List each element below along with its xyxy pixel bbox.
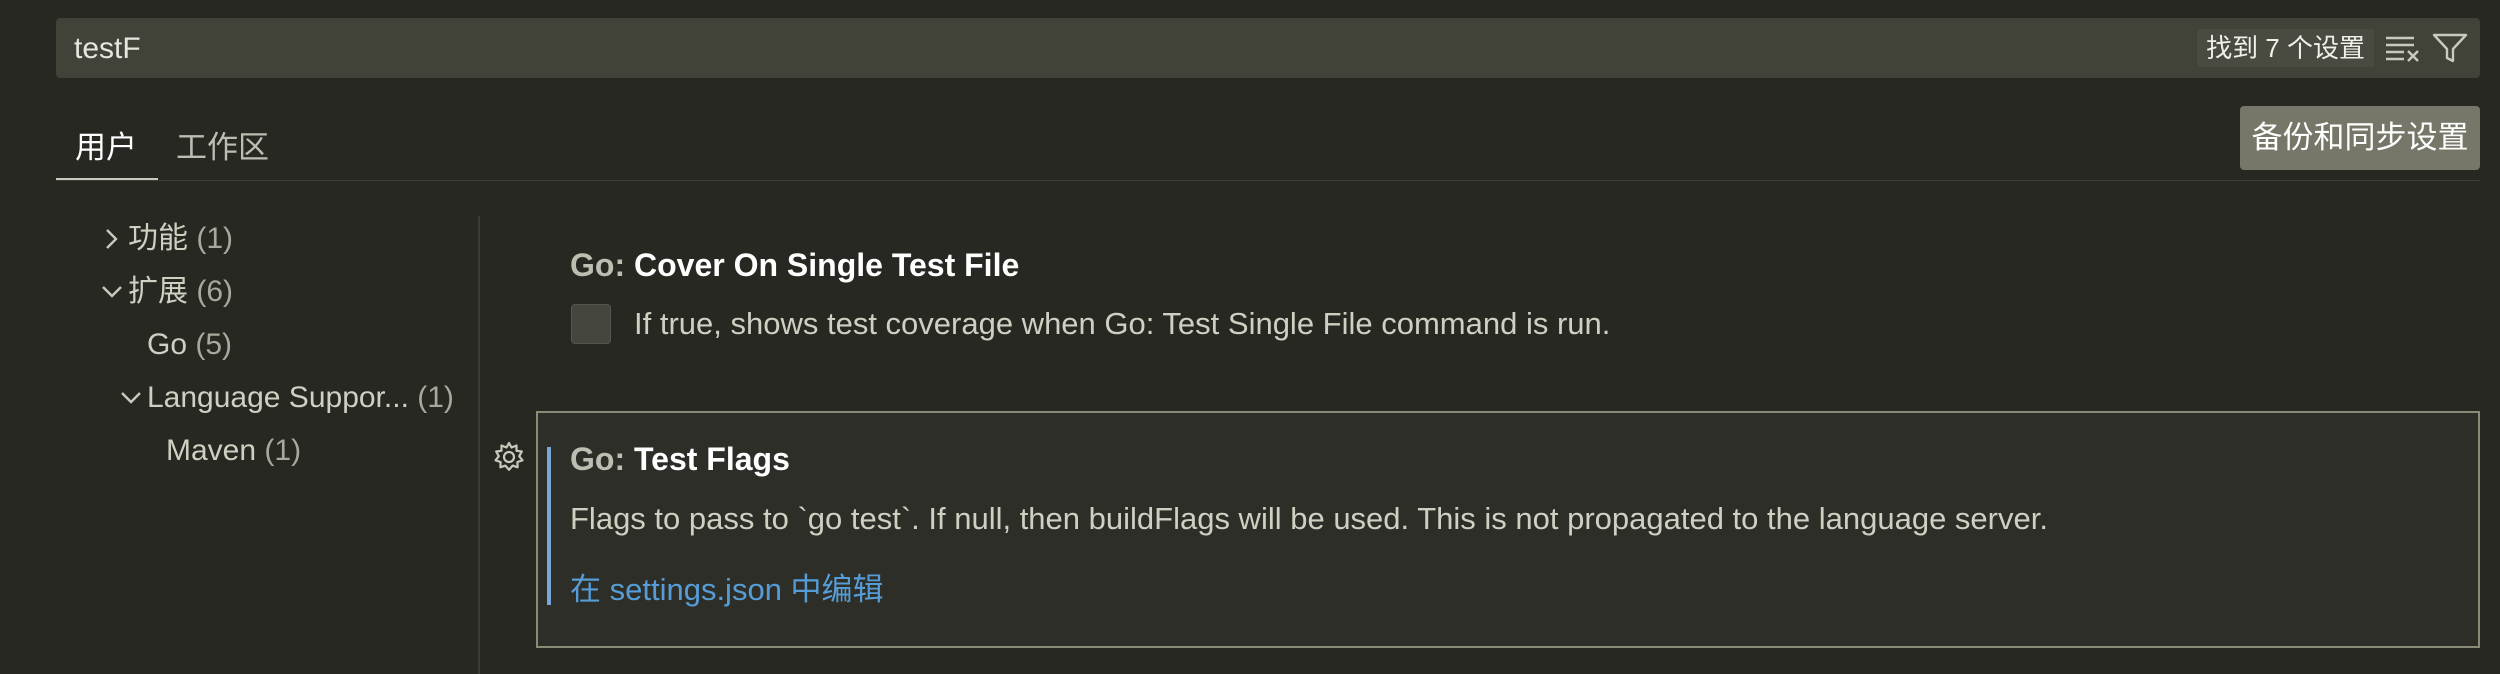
settings-search-bar[interactable]: testF 找到 7 个设置	[56, 18, 2480, 78]
toc-divider	[478, 216, 480, 674]
tabs-divider	[56, 180, 2480, 181]
toc-item-label: Go	[147, 328, 188, 361]
setting-title: Go: Test Flags	[570, 441, 790, 478]
toc-item-count: (1)	[196, 222, 234, 255]
chevron-down-icon	[102, 286, 122, 298]
toc-item-label: Language Suppor...	[147, 381, 409, 414]
edit-in-settings-json-link[interactable]: 在 settings.json 中编辑	[570, 564, 884, 609]
setting-description: If true, shows test coverage when Go: Te…	[634, 306, 1611, 341]
gear-icon[interactable]	[492, 440, 526, 474]
setting-name: Cover On Single Test File	[633, 247, 1020, 283]
search-input[interactable]: testF	[74, 32, 141, 66]
toc-item-count: (5)	[195, 328, 233, 361]
toc-item-count: (1)	[417, 381, 454, 414]
setting-description: Flags to pass to `go test`. If null, the…	[570, 501, 2048, 536]
clear-filter-icon[interactable]	[2384, 32, 2422, 64]
toc-item-features[interactable]: 功能 (1)	[106, 214, 234, 264]
toc-item-language-support[interactable]: Language Suppor... (1)	[121, 373, 454, 423]
tab-workspace[interactable]: 工作区	[176, 122, 269, 167]
chevron-right-icon	[106, 229, 118, 249]
filter-icon[interactable]	[2432, 32, 2468, 64]
search-result-count-badge: 找到 7 个设置	[2197, 29, 2374, 67]
toc-item-go[interactable]: Go (5)	[147, 320, 232, 370]
setting-category: Go:	[570, 441, 634, 477]
setting-category: Go:	[570, 247, 634, 283]
focus-indicator-bar	[547, 447, 551, 605]
toc-item-extensions[interactable]: 扩展 (6)	[102, 267, 234, 317]
chevron-down-icon	[121, 392, 141, 404]
toc-item-count: (6)	[196, 275, 234, 308]
toc-item-label: Maven	[166, 434, 257, 467]
setting-name: Test Flags	[633, 441, 790, 477]
toc-item-label: 功能	[128, 222, 188, 255]
backup-and-sync-button[interactable]: 备份和同步设置	[2240, 106, 2480, 170]
setting-checkbox[interactable]	[571, 304, 611, 344]
toc-item-count: (1)	[264, 434, 302, 467]
toc-item-label: 扩展	[128, 275, 188, 308]
toc-item-maven[interactable]: Maven (1)	[166, 426, 301, 476]
setting-title: Go: Cover On Single Test File	[570, 247, 1019, 284]
tab-user[interactable]: 用户	[75, 122, 137, 167]
